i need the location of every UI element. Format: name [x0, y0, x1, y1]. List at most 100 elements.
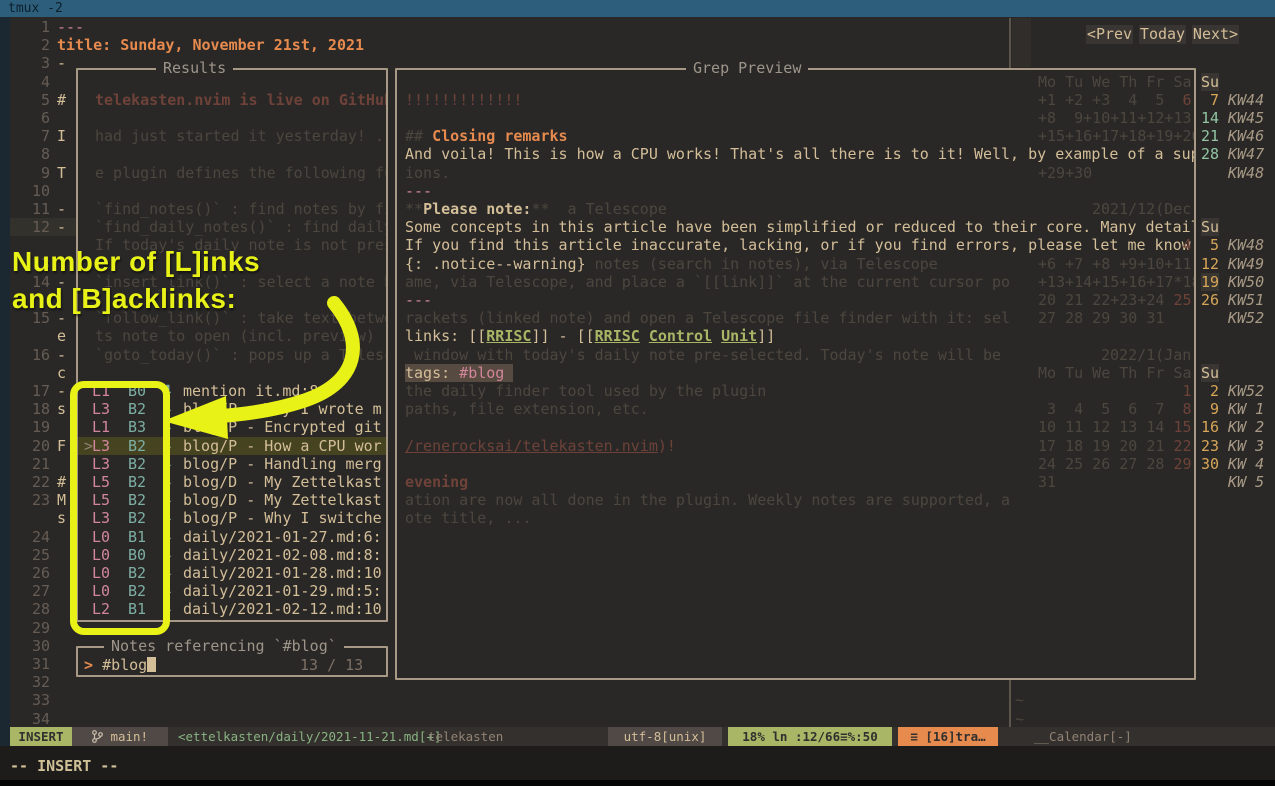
calendar-day: +1 +2 +3 4 5	[1038, 91, 1173, 109]
preview-line-text: paths, file extension, etc.	[405, 400, 649, 418]
buffer-edge-char: -	[57, 346, 66, 364]
preview-line: ame, via Telescope, and place a `[[link]…	[405, 273, 1010, 291]
result-counter: 13 / 13	[300, 656, 363, 674]
calendar-day-row[interactable]: 17 18 19 20 21 22	[1038, 437, 1192, 455]
preview-line-text: window with today's daily note pre-selec…	[405, 346, 1001, 364]
calendar-month-title: 2021/12(Dec	[1092, 200, 1191, 218]
line-number: 11	[12, 200, 50, 218]
calendar-sunday-date[interactable]: 9	[1201, 400, 1219, 418]
calendar-day-row[interactable]: 24 25 26 27 28 29	[1038, 455, 1192, 473]
annotation-line-2: and [B]acklinks:	[12, 283, 236, 315]
line-number: 25	[12, 546, 50, 564]
neovim-editor: 1 --- 2 title: Sunday, November 21st, 2021 3…	[0, 0, 1275, 786]
preview-line-text: evening	[405, 473, 468, 491]
calendar-sunday-date[interactable]: 14	[1201, 109, 1219, 127]
buffer-edge-char: -	[57, 218, 66, 236]
calendar-sunday-date[interactable]: 30	[1201, 455, 1219, 473]
line-number: 27	[12, 582, 50, 600]
calendar-window-label: __Calendar[-]	[1022, 727, 1132, 746]
annotation-line-1: Number of [L]inks	[12, 246, 260, 278]
calendar-sunday-date[interactable]: 28	[1201, 145, 1219, 163]
result-text: daily/2021-02-12.md:10	[183, 600, 382, 618]
calendar-day: 31	[1038, 473, 1056, 491]
line-number: 6	[12, 109, 50, 127]
line-number: 29	[12, 619, 50, 637]
calendar-sunday-date[interactable]: 5	[1201, 236, 1219, 254]
calendar-day-row[interactable]: 1	[1038, 382, 1192, 400]
calendar-sunday-date[interactable]: 16	[1201, 418, 1219, 436]
preview-line-text: Unit	[721, 327, 757, 345]
calendar-sunday-date[interactable]: 23	[1201, 437, 1219, 455]
preview-line: ote title, ...	[405, 509, 531, 527]
calendar-day-row[interactable]: 27 28 29 30 31	[1038, 309, 1164, 327]
result-text: blog/P - How a CPU wor	[183, 437, 382, 455]
result-text: blog/P - Encrypted git	[183, 418, 382, 436]
prompt-caret: >	[84, 656, 102, 674]
line-number: 10	[12, 182, 50, 200]
buffer-edge-char: #	[57, 473, 66, 491]
calendar-day-row[interactable]: +6 +7 +8 +9+10+11	[1038, 255, 1192, 273]
git-branch-label: main!	[110, 729, 148, 744]
line-number: 23	[12, 491, 50, 509]
preview-line-text: RRISC	[595, 327, 640, 345]
calendar-day: +29+30	[1038, 164, 1092, 182]
calendar-day-row[interactable]: Mo Tu We Th Fr Sa	[1038, 364, 1192, 382]
calendar-day-row[interactable]: +1 +2 +3 4 5 6	[1038, 91, 1192, 109]
preview-line-text: a Telescope	[550, 200, 667, 218]
empty-line-tilde: ~	[1015, 710, 1024, 728]
calendar-nav-today[interactable]: Today	[1139, 25, 1186, 44]
calendar-nav-prev[interactable]: <Prev	[1086, 25, 1133, 44]
preview-line: ---	[405, 291, 432, 309]
preview-line: !!!!!!!!!!!!!	[405, 91, 522, 109]
calendar-sunday-header: Su	[1201, 218, 1219, 236]
calendar-day-row[interactable]: +29+30	[1038, 164, 1092, 182]
preview-line-text: Control	[649, 327, 712, 345]
calendar-week-label: KW 3	[1228, 437, 1264, 455]
calendar-week-label: KW45	[1228, 109, 1264, 127]
calendar-day-row[interactable]: 20 21 22+23+24 25	[1038, 291, 1192, 309]
preview-line-text: ]] - [[	[531, 327, 594, 345]
calendar-day: Mo Tu We Th Fr Sa	[1038, 364, 1192, 382]
buffer-edge-char: I	[57, 127, 66, 145]
calendar-day-row[interactable]: Mo Tu We Th Fr Sa	[1038, 73, 1192, 91]
calendar-sunday-date[interactable]: 21	[1201, 127, 1219, 145]
calendar-day: 22	[1164, 437, 1191, 455]
calendar-day: 29	[1164, 455, 1191, 473]
file-path: <ettelkasten/daily/2021-11-21.md[+]	[170, 727, 441, 746]
preview-line: ions.	[405, 164, 450, 182]
calendar-week-label: KW51	[1228, 291, 1264, 309]
preview-line: evening	[405, 473, 468, 491]
preview-line-text: Please note:	[423, 200, 531, 218]
calendar-week-label: KW48	[1228, 164, 1264, 182]
result-text: daily/2021-02-08.md:8:	[183, 546, 382, 564]
buffer-line-text: title: Sunday, November 21st, 2021	[57, 36, 364, 54]
calendar-day: 17 18 19 20 21	[1038, 437, 1164, 455]
calendar-day-row[interactable]: 10 11 12 13 14 15	[1038, 418, 1192, 436]
buffer-edge-char: T	[57, 164, 66, 182]
calendar-sunday-date[interactable]: 26	[1201, 291, 1219, 309]
calendar-sunday-date[interactable]: 12	[1201, 255, 1219, 273]
calendar-day-row[interactable]: +13+14+15+16+17*18	[1038, 273, 1194, 291]
calendar-day: 27 28 29 30 31	[1038, 309, 1164, 327]
buffer-edge-char: F	[57, 437, 66, 455]
preview-line: the daily finder tool used by the plugin	[405, 382, 766, 400]
calendar-day-row[interactable]: 31	[1038, 473, 1056, 491]
preview-line-text: ions.	[405, 164, 450, 182]
prompt-input[interactable]: > #blog	[84, 656, 156, 674]
calendar-day-row[interactable]: +15+16+17+18+19+20	[1038, 127, 1194, 145]
calendar-sunday-date[interactable]: 19	[1201, 273, 1219, 291]
calendar-sunday-header: Su	[1201, 73, 1219, 91]
calendar-day: 6	[1173, 91, 1191, 109]
calendar-nav-next[interactable]: Next>	[1192, 25, 1239, 44]
calendar-day-row[interactable]: 3 4 5 6 7 8	[1038, 400, 1192, 418]
calendar-sunday-date[interactable]: 2	[1201, 382, 1219, 400]
line-number: 16	[12, 346, 50, 364]
preview-line: tags: #blog	[405, 364, 513, 382]
preview-line-text: **	[531, 200, 549, 218]
calendar-sunday-date[interactable]: 7	[1201, 91, 1219, 109]
preview-line: ## Closing remarks	[405, 127, 568, 145]
line-number: 34	[12, 710, 50, 728]
calendar-day-row[interactable]: 4	[1038, 236, 1192, 254]
empty-line-tilde: ~	[1015, 691, 1024, 709]
calendar-day-row[interactable]: +8 9+10+11+12+13	[1038, 109, 1192, 127]
